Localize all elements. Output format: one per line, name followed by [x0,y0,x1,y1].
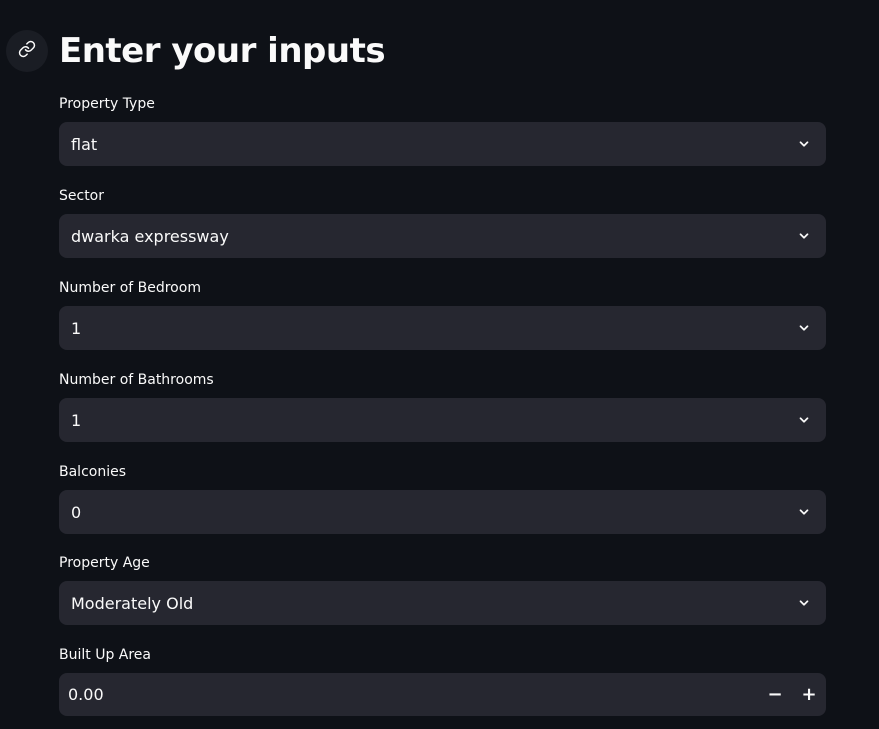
page-title: Enter your inputs [59,31,386,71]
chevron-down-icon [796,595,812,611]
balconies-select[interactable]: 0 [59,490,826,534]
sector-select[interactable]: dwarka expressway [59,214,826,258]
link-icon [18,40,36,62]
balconies-label: Balconies [59,464,127,480]
header-anchor-link[interactable] [6,30,48,72]
bathrooms-label: Number of Bathrooms [59,372,214,388]
sector-field: Sector dwarka expressway [59,186,826,258]
property-type-label: Property Type [59,96,155,112]
balconies-field: Balconies 0 [59,462,826,534]
decrement-button[interactable]: − [758,673,792,716]
bedrooms-field: Number of Bedroom 1 [59,278,826,350]
property-age-select[interactable]: Moderately Old [59,581,826,625]
built-up-area-label: Built Up Area [59,647,151,663]
bathrooms-value: 1 [71,410,82,430]
property-age-label: Property Age [59,555,150,571]
sector-value: dwarka expressway [71,226,229,246]
chevron-down-icon [796,320,812,336]
built-up-area-field: Built Up Area − + [59,645,826,716]
property-type-field: Property Type flat [59,94,826,166]
chevron-down-icon [796,228,812,244]
chevron-down-icon [796,504,812,520]
property-age-field: Property Age Moderately Old [59,553,826,625]
built-up-area-input[interactable] [68,685,758,704]
property-age-value: Moderately Old [71,593,194,613]
sector-label: Sector [59,188,105,204]
property-type-select[interactable]: flat [59,122,826,166]
bathrooms-field: Number of Bathrooms 1 [59,370,826,442]
bedrooms-select[interactable]: 1 [59,306,826,350]
built-up-area-number-box: − + [59,673,826,716]
bathrooms-select[interactable]: 1 [59,398,826,442]
property-type-value: flat [71,134,98,154]
chevron-down-icon [796,136,812,152]
bedrooms-value: 1 [71,318,82,338]
page: Enter your inputs Property Type flat Sec… [0,0,879,729]
balconies-value: 0 [71,502,82,522]
bedrooms-label: Number of Bedroom [59,280,201,296]
chevron-down-icon [796,412,812,428]
increment-button[interactable]: + [792,673,826,716]
